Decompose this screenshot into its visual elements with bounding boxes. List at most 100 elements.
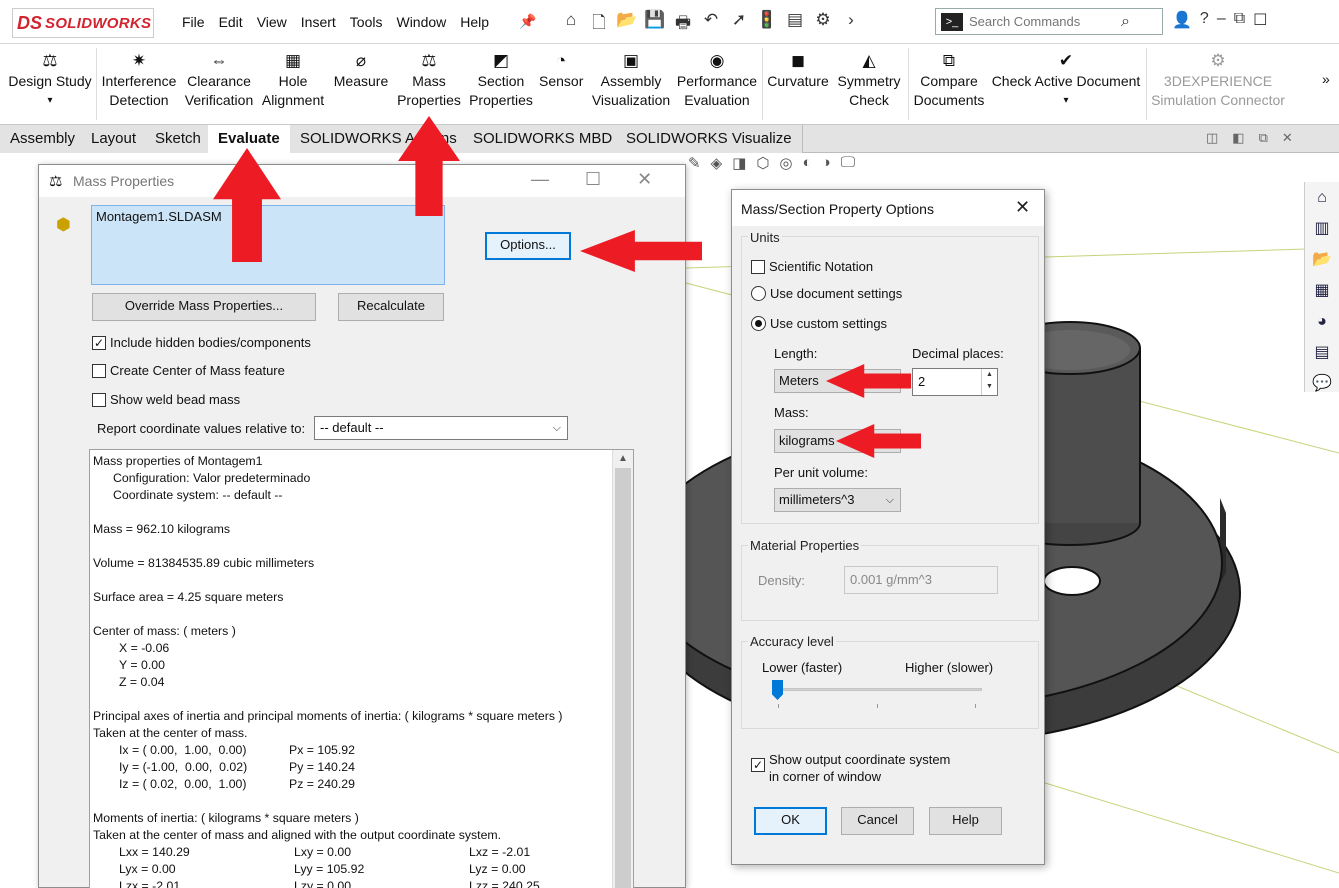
checkbox-box[interactable] [751, 259, 765, 274]
dropdown-arrow-icon[interactable]: ▾ [6, 91, 94, 110]
rebuild-icon[interactable]: 🚦 [756, 10, 778, 39]
tab-assembly[interactable]: Assembly [0, 125, 87, 153]
scroll-up-icon[interactable]: ▲ [613, 450, 633, 467]
radio-dot[interactable] [751, 286, 766, 301]
dynamic-annotation-icon[interactable]: ◈ [711, 154, 723, 172]
solidworks-logo[interactable]: DS SOLIDWORKS [12, 8, 154, 38]
menu-tools[interactable]: Tools [350, 14, 383, 30]
menu-edit[interactable]: Edit [219, 14, 243, 30]
tab-solidworks-mbd[interactable]: SOLIDWORKS MBD [463, 125, 624, 153]
radio-dot[interactable] [751, 316, 766, 331]
show-weld-bead-mass-checkbox[interactable]: Show weld bead mass [92, 392, 240, 407]
custom-properties-icon[interactable]: ▤ [1307, 338, 1337, 368]
select-icon[interactable]: ➚ [728, 10, 750, 39]
tab-layout[interactable]: Layout [81, 125, 148, 153]
menu-help[interactable]: Help [460, 14, 489, 30]
create-center-of-mass-checkbox[interactable]: Create Center of Mass feature [92, 363, 285, 378]
help-button[interactable]: Help [929, 807, 1002, 835]
hole-alignment-button[interactable]: ▦ Hole Alignment [260, 50, 326, 110]
report-scrollbar[interactable]: ▲ [612, 450, 633, 888]
measure-button[interactable]: ⌀ Measure [333, 50, 389, 91]
mass-properties-titlebar[interactable]: ⚖ Mass Properties — ☐ ✕ [39, 165, 685, 197]
view-palette-icon[interactable]: ▦ [1307, 276, 1337, 306]
recalculate-button[interactable]: Recalculate [338, 293, 444, 321]
design-study-button[interactable]: ⚖ Design Study ▾ [6, 50, 94, 110]
search-input[interactable] [969, 14, 1119, 29]
use-custom-settings-radio[interactable]: Use custom settings [751, 316, 887, 331]
doc-restore-icon[interactable]: ⧉ [1259, 130, 1268, 146]
assembly-visualization-button[interactable]: ▣ Assembly Visualization [591, 50, 671, 110]
selected-items-list[interactable]: Montagem1.SLDASM [91, 205, 445, 285]
solidworks-resources-icon[interactable]: ⌂ [1307, 183, 1337, 213]
mass-properties-report[interactable]: Mass properties of Montagem1 Configurati… [89, 449, 634, 888]
checkbox-box[interactable] [92, 392, 106, 407]
view-settings-icon[interactable]: 🖵 [841, 154, 855, 172]
close-icon[interactable]: ✕ [637, 169, 652, 190]
help-icon[interactable]: ? [1200, 10, 1209, 30]
cancel-button[interactable]: Cancel [841, 807, 914, 835]
minimize-icon[interactable]: – [1217, 10, 1226, 30]
menu-file[interactable]: File [182, 14, 205, 30]
dropdown-arrow-icon[interactable]: ▾ [991, 91, 1141, 110]
performance-evaluation-button[interactable]: ◉ Performance Evaluation [676, 50, 758, 110]
search-icon[interactable]: ⌕ [1121, 13, 1130, 31]
spinner-arrows-icon[interactable]: ▲ ▼ [981, 369, 997, 395]
scrollbar-thumb[interactable] [615, 468, 631, 888]
curvature-button[interactable]: ◼ Curvature [766, 50, 830, 91]
compare-documents-button[interactable]: ⧉ Compare Documents [912, 50, 986, 110]
appearance-icon[interactable]: ◐ [803, 154, 812, 172]
doc-close-icon[interactable]: ✕ [1282, 130, 1293, 146]
display-style-icon[interactable]: ⬡ [756, 154, 769, 172]
section-view-icon[interactable]: ✎ [688, 154, 701, 172]
scene-icon[interactable]: ◑ [822, 154, 831, 172]
maximize-icon[interactable]: ☐ [1253, 10, 1267, 30]
search-commands-box[interactable]: >_ ⌕ [935, 8, 1163, 35]
print-icon[interactable]: 🖶 [672, 10, 694, 39]
design-library-icon[interactable]: ▥ [1307, 214, 1337, 244]
decimal-places-spinner[interactable]: 2 ▲ ▼ [912, 368, 998, 396]
maximize-icon[interactable]: ☐ [585, 169, 601, 190]
hide-show-icon[interactable]: ◎ [779, 154, 792, 172]
include-hidden-checkbox[interactable]: ✓ Include hidden bodies/components [92, 335, 311, 350]
clearance-verification-button[interactable]: ⇔ Clearance Verification [183, 50, 255, 110]
forum-icon[interactable]: 💬 [1307, 369, 1337, 399]
checkbox-box[interactable] [92, 363, 106, 378]
close-icon[interactable]: ✕ [1015, 197, 1030, 218]
file-properties-icon[interactable]: ▤ [784, 10, 806, 39]
use-document-settings-radio[interactable]: Use document settings [751, 286, 902, 301]
minimize-icon[interactable]: — [531, 169, 549, 190]
view-orientation-icon[interactable]: ◨ [732, 154, 746, 172]
save-icon[interactable]: 💾 [644, 10, 666, 39]
checkbox-box[interactable]: ✓ [751, 758, 765, 772]
tab-solidworks-visualize[interactable]: SOLIDWORKS Visualize [616, 125, 803, 153]
appearances-icon[interactable]: ◕ [1307, 307, 1337, 337]
override-mass-properties-button[interactable]: Override Mass Properties... [92, 293, 316, 321]
scientific-notation-checkbox[interactable]: Scientific Notation [751, 259, 873, 274]
mass-properties-button[interactable]: ⚖ Mass Properties [396, 50, 462, 110]
more-icon[interactable]: › [840, 10, 862, 39]
check-active-document-button[interactable]: ✔ Check Active Document ▾ [991, 50, 1141, 110]
pin-icon[interactable]: 📌 [519, 13, 536, 30]
new-document-icon[interactable]: 🗋 [588, 10, 610, 39]
doc-tile2-icon[interactable]: ◧ [1232, 130, 1244, 146]
show-output-coordinate-checkbox[interactable]: ✓ Show output coordinate system in corne… [751, 751, 950, 785]
symmetry-check-button[interactable]: ◭ Symmetry Check [836, 50, 902, 110]
user-icon[interactable]: 👤 [1172, 10, 1192, 30]
file-explorer-icon[interactable]: 📂 [1307, 245, 1337, 275]
tab-sketch[interactable]: Sketch [145, 125, 212, 153]
tab-evaluate[interactable]: Evaluate [208, 125, 291, 153]
options-gear-icon[interactable]: ⚙ [812, 10, 834, 39]
coordinate-system-select[interactable]: -- default -- ⌵ [314, 416, 568, 440]
sensor-button[interactable]: ◔ Sensor [539, 50, 583, 91]
menu-insert[interactable]: Insert [301, 14, 336, 30]
accuracy-slider-track[interactable] [776, 688, 982, 691]
ok-button[interactable]: OK [754, 807, 827, 835]
ribbon-more-icon[interactable]: » [1322, 70, 1330, 89]
menu-view[interactable]: View [257, 14, 287, 30]
section-properties-button[interactable]: ◩ Section Properties [469, 50, 533, 110]
checkbox-box[interactable]: ✓ [92, 335, 106, 350]
per-unit-volume-select[interactable]: millimeters^3 ⌵ [774, 488, 901, 512]
restore-icon[interactable]: ⧉ [1234, 10, 1245, 30]
options-titlebar[interactable]: Mass/Section Property Options ✕ [732, 190, 1044, 226]
options-button[interactable]: Options... [485, 232, 571, 260]
